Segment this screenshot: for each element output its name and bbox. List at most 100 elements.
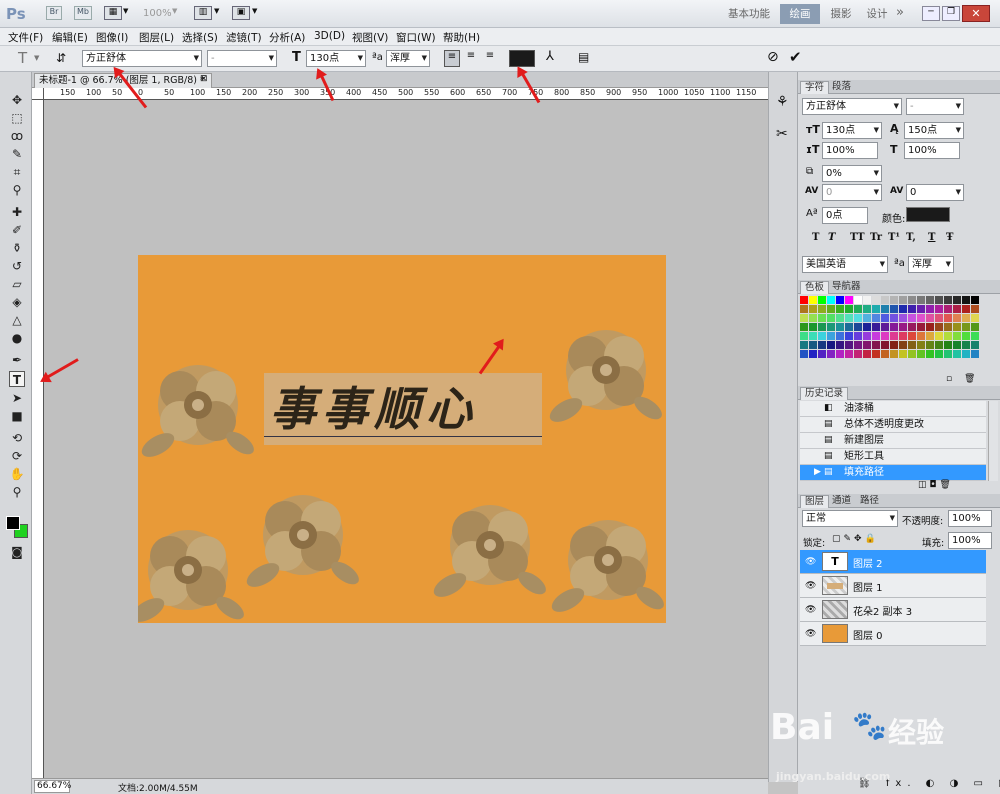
color-swatch[interactable] (944, 350, 952, 358)
color-swatch[interactable] (926, 323, 934, 331)
color-swatch[interactable] (962, 323, 970, 331)
marquee-tool-icon[interactable]: ⬚ (9, 110, 25, 126)
char-antialias-select[interactable]: 浑厚 (908, 256, 954, 273)
color-swatch[interactable] (971, 350, 979, 358)
zoom-tool-icon[interactable]: ⚲ (9, 484, 25, 500)
canvas[interactable]: 事事顺心 (138, 255, 666, 623)
color-swatch[interactable] (872, 314, 880, 322)
color-swatch[interactable] (800, 305, 808, 313)
close-icon[interactable]: ✕ (962, 5, 990, 22)
color-swatch[interactable] (881, 296, 889, 304)
lasso-tool-icon[interactable]: ꝏ (9, 128, 25, 144)
underline-button[interactable]: T (928, 232, 935, 243)
char-color-swatch[interactable] (906, 207, 950, 222)
color-swatch[interactable] (926, 314, 934, 322)
color-swatch[interactable] (899, 341, 907, 349)
color-swatch[interactable] (809, 350, 817, 358)
color-swatch[interactable] (908, 341, 916, 349)
color-swatch[interactable] (890, 350, 898, 358)
color-swatch[interactable] (953, 332, 961, 340)
type-tool-icon[interactable]: T (9, 371, 25, 387)
color-swatch[interactable] (953, 296, 961, 304)
color-swatch[interactable] (827, 341, 835, 349)
strikethrough-button[interactable]: Ŧ (946, 232, 953, 243)
char-baseline-input[interactable]: 0点 (822, 207, 868, 224)
color-swatch[interactable] (800, 323, 808, 331)
quick-mask-icon[interactable]: ◙ (9, 544, 25, 560)
tab-swatches[interactable]: 色板 (800, 281, 830, 294)
antialias-select[interactable]: 浑厚 (386, 50, 430, 67)
healing-tool-icon[interactable]: ✚ (9, 204, 25, 220)
color-swatch[interactable] (890, 296, 898, 304)
char-tsume-select[interactable]: 0% (822, 165, 882, 182)
menu-window[interactable]: 窗口(W) (396, 30, 436, 45)
color-swatch[interactable] (899, 296, 907, 304)
char-font-family-select[interactable]: 方正舒体 (802, 98, 902, 115)
shape-tool-icon[interactable]: ■ (9, 408, 25, 424)
color-swatch[interactable] (971, 323, 979, 331)
commit-check-icon[interactable]: ✔ (789, 48, 802, 66)
workspace-more[interactable]: » (896, 5, 904, 20)
layer-row[interactable]: 👁 花朵2 副本 3 (800, 598, 986, 622)
color-swatch[interactable] (854, 305, 862, 313)
type-tool-preset-icon[interactable]: T (18, 49, 27, 67)
status-doc-size[interactable]: 文档:2.00M/4.55M (118, 781, 198, 794)
color-swatch[interactable] (845, 341, 853, 349)
color-swatch[interactable] (818, 332, 826, 340)
color-swatch[interactable] (944, 341, 952, 349)
color-swatch[interactable] (890, 305, 898, 313)
tab-layers[interactable]: 图层 (800, 495, 830, 508)
color-swatch[interactable] (809, 296, 817, 304)
pen-tool-icon[interactable]: ✒ (9, 352, 25, 368)
color-swatch[interactable] (899, 323, 907, 331)
color-swatch[interactable] (926, 350, 934, 358)
history-scrollbar[interactable] (988, 401, 998, 481)
color-swatch[interactable] (800, 296, 808, 304)
color-swatch[interactable] (800, 332, 808, 340)
color-swatch[interactable] (845, 350, 853, 358)
color-swatch[interactable] (962, 314, 970, 322)
cancel-icon[interactable]: ⊘ (767, 49, 779, 65)
color-swatch[interactable] (863, 323, 871, 331)
eye-icon[interactable]: 👁 (805, 581, 816, 591)
chevron-down-icon[interactable]: ▼ (172, 7, 177, 15)
opacity-input[interactable]: 100% (948, 510, 992, 527)
color-swatch[interactable] (899, 332, 907, 340)
color-swatch[interactable] (836, 323, 844, 331)
color-swatch[interactable] (845, 332, 853, 340)
color-swatch[interactable] (890, 314, 898, 322)
color-swatch[interactable] (890, 332, 898, 340)
menu-file[interactable]: 文件(F) (8, 30, 43, 45)
color-swatch[interactable] (818, 350, 826, 358)
color-swatch[interactable] (872, 332, 880, 340)
color-swatch[interactable] (836, 350, 844, 358)
color-swatch[interactable] (899, 305, 907, 313)
color-swatch[interactable] (971, 332, 979, 340)
color-swatch[interactable] (818, 296, 826, 304)
color-swatch[interactable] (800, 314, 808, 322)
color-swatch[interactable] (836, 341, 844, 349)
hand-tool-icon[interactable]: ✋ (9, 466, 25, 482)
color-swatch[interactable] (881, 350, 889, 358)
char-panel-toggle-icon[interactable]: ▤ (578, 50, 589, 64)
color-swatch[interactable] (863, 314, 871, 322)
color-swatch[interactable] (953, 350, 961, 358)
workspace-basic[interactable]: 基本功能 (723, 6, 775, 23)
color-swatch[interactable] (890, 323, 898, 331)
layer-row[interactable]: 👁 图层 1 (800, 574, 986, 598)
color-swatch[interactable] (971, 314, 979, 322)
color-swatch[interactable] (827, 314, 835, 322)
dodge-tool-icon[interactable]: ● (9, 330, 25, 346)
menu-3d[interactable]: 3D(D) (314, 30, 345, 42)
char-tracking-select[interactable]: 0 (906, 184, 964, 201)
tab-navigator[interactable]: 导航器 (828, 281, 865, 294)
color-swatch[interactable] (962, 332, 970, 340)
menu-view[interactable]: 视图(V) (352, 30, 388, 45)
color-swatch[interactable] (836, 314, 844, 322)
color-swatch[interactable] (818, 341, 826, 349)
char-font-style-select[interactable]: - (906, 98, 964, 115)
color-swatch[interactable] (926, 296, 934, 304)
color-swatch[interactable] (944, 332, 952, 340)
color-swatch[interactable] (827, 332, 835, 340)
color-swatch[interactable] (836, 305, 844, 313)
